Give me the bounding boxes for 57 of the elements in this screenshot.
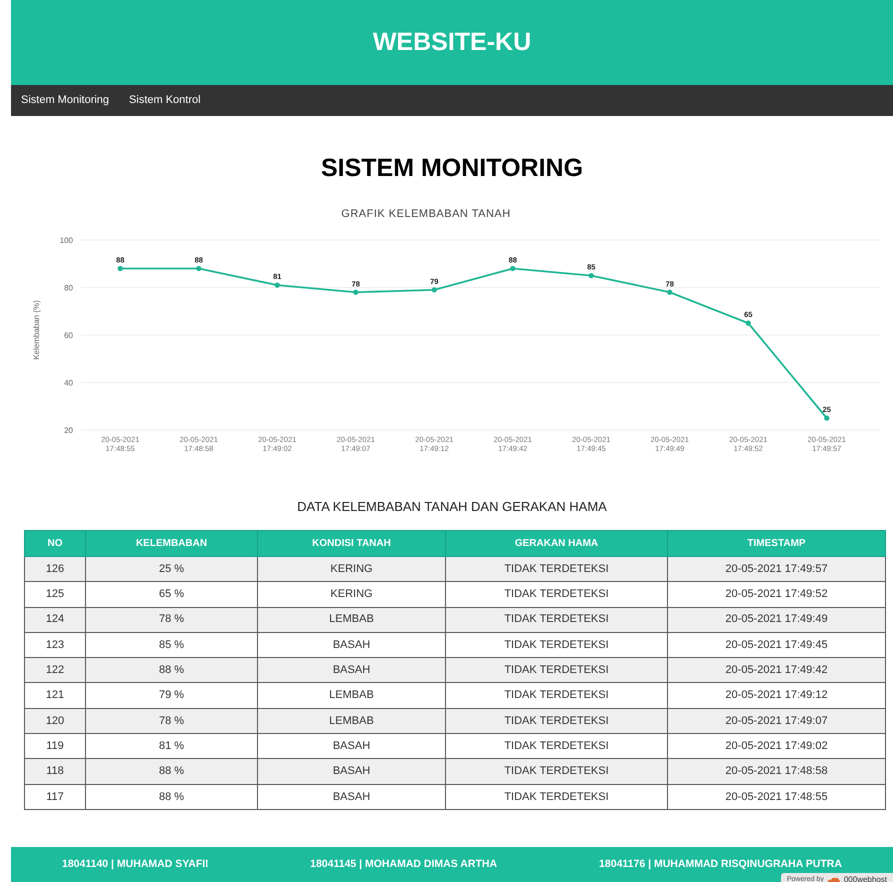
data-point — [510, 265, 516, 271]
table-cell: 20-05-2021 17:49:52 — [668, 582, 886, 608]
footer-text: 18041176 | MUHAMMAD RISQINUGRAHA PUTRA — [599, 857, 842, 872]
table-cell: 20-05-2021 17:49:49 — [668, 607, 886, 632]
column-header: NO — [24, 530, 86, 556]
column-header: TIMESTAMP — [668, 530, 886, 556]
chart-title: GRAFIK KELEMBABAN TANAH — [341, 208, 511, 220]
table-cell: 88 % — [86, 784, 258, 810]
column-header: KELEMBABAN — [86, 530, 258, 556]
nav-link[interactable]: Sistem Monitoring — [21, 92, 110, 109]
table-cell: 88 % — [86, 758, 258, 784]
table-cell: LEMBAB — [258, 682, 446, 708]
y-axis-title: Kelembaban (%) — [32, 300, 41, 360]
table-cell: TIDAK TERDETEKSI — [446, 784, 668, 810]
table-cell: 125 — [24, 582, 86, 608]
data-point — [824, 415, 830, 420]
table-cell: 65 % — [86, 582, 258, 608]
table-cell: TIDAK TERDETEKSI — [446, 758, 668, 784]
data-point — [667, 289, 672, 294]
badge-brand: 000webhost — [844, 874, 887, 882]
page-title: SISTEM MONITORING — [320, 153, 584, 184]
column-header: GERAKAN HAMA — [446, 530, 668, 556]
table-cell: 78 % — [86, 607, 258, 632]
data-point — [118, 265, 123, 271]
table-cell: 20-05-2021 17:48:58 — [668, 758, 886, 784]
column-header: KONDISI TANAH — [258, 530, 446, 556]
table-cell: BASAH — [258, 784, 446, 810]
data-point — [196, 265, 202, 271]
table-cell: TIDAK TERDETEKSI — [446, 682, 668, 708]
y-tick-label: 80 — [64, 283, 73, 292]
table-cell: TIDAK TERDETEKSI — [446, 607, 668, 632]
table-cell: 117 — [24, 784, 86, 810]
table-cell: 124 — [24, 607, 86, 632]
footer-text: 18041145 | MOHAMAD DIMAS ARTHA — [310, 857, 498, 872]
table-cell: LEMBAB — [258, 607, 446, 632]
data-point — [588, 272, 594, 278]
y-tick-label: 40 — [64, 378, 73, 387]
table-cell: BASAH — [258, 758, 446, 784]
site-title: WEBSITE-KU — [372, 26, 532, 58]
y-tick-label: 20 — [64, 426, 73, 434]
table-cell: 118 — [24, 758, 86, 784]
table-cell: 20-05-2021 17:48:55 — [668, 784, 886, 810]
cloud-icon — [826, 876, 841, 882]
nav-link[interactable]: Sistem Kontrol — [129, 92, 201, 109]
data-point — [746, 320, 751, 326]
table-title: DATA KELEMBABAN TANAH DAN GERAKAN HAMA — [297, 498, 607, 516]
y-tick-label: 100 — [60, 236, 73, 244]
data-point — [432, 286, 437, 292]
table-cell: 79 % — [86, 682, 258, 708]
y-tick-label: 60 — [64, 330, 73, 340]
table-cell: TIDAK TERDETEKSI — [446, 582, 668, 608]
footer-text: 18041140 | MUHAMAD SYAFII — [62, 857, 208, 872]
table-cell: 121 — [24, 682, 86, 708]
data-point — [353, 289, 358, 294]
table-cell: 20-05-2021 17:49:12 — [668, 682, 886, 708]
table-cell: KERING — [258, 582, 446, 608]
data-point — [274, 282, 280, 288]
